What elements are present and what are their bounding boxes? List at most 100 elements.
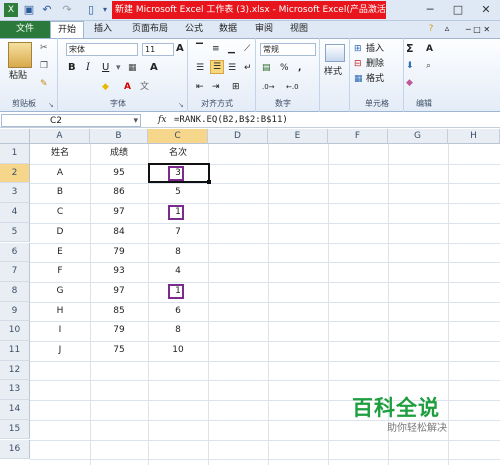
tab-formulas[interactable]: 公式	[178, 21, 210, 38]
minimize-button[interactable]: ─	[416, 0, 444, 19]
new-file-icon[interactable]: ▯	[84, 3, 98, 17]
align-center-icon[interactable]: ☰	[210, 60, 224, 74]
help-icon[interactable]: ?	[424, 21, 438, 38]
cell-score[interactable]: 97	[90, 282, 148, 301]
save-icon[interactable]: ▣	[22, 3, 36, 17]
italic-button[interactable]: I	[86, 62, 90, 74]
align-bottom-icon[interactable]: ▁	[228, 43, 235, 55]
name-box-dropdown-icon[interactable]: ▾	[133, 115, 138, 127]
row-header-4[interactable]: 4	[0, 203, 30, 223]
undo-icon[interactable]: ↶	[40, 3, 54, 17]
ribbon-minimize-icon[interactable]: ▵	[440, 21, 454, 38]
increase-decimal-icon[interactable]: .0→	[262, 81, 275, 93]
cell-score[interactable]: 97	[90, 203, 148, 222]
customize-toolbar-icon[interactable]: ▾	[98, 3, 112, 17]
select-all-corner[interactable]	[0, 129, 30, 144]
row-header-1[interactable]: 1	[0, 144, 30, 164]
insert-cells-icon[interactable]: ⊞	[354, 43, 362, 55]
redo-icon[interactable]: ↷	[60, 3, 74, 17]
cell-rank[interactable]: 6	[148, 302, 208, 321]
cell-name[interactable]: I	[30, 321, 90, 340]
insert-function-button[interactable]: fx	[158, 114, 172, 127]
row-header-2[interactable]: 2	[0, 163, 30, 184]
close-button[interactable]: ✕	[472, 0, 500, 19]
percent-button[interactable]: %	[280, 62, 289, 74]
row-header-13[interactable]: 13	[0, 380, 30, 401]
cell-rank[interactable]: 10	[148, 341, 208, 360]
cell-score[interactable]: 84	[90, 223, 148, 242]
cell-score[interactable]: 79	[90, 243, 148, 262]
grow-font-icon[interactable]: A	[176, 43, 184, 55]
format-cells-icon[interactable]: ▦	[354, 73, 363, 85]
find-select-icon[interactable]: ⌕	[426, 60, 431, 72]
align-middle-icon[interactable]: ≡	[212, 43, 220, 55]
formula-input[interactable]: =RANK.EQ(B2,B$2:B$11)	[174, 114, 499, 127]
autosum-button[interactable]: Σ	[406, 43, 414, 55]
column-header-e[interactable]: E	[268, 129, 328, 144]
decrease-indent-icon[interactable]: ⇤	[196, 81, 204, 93]
number-format-select[interactable]: 常规	[260, 43, 316, 56]
cell-rank[interactable]: 8	[148, 243, 208, 262]
cell-rank[interactable]: 7	[148, 223, 208, 242]
cell-name[interactable]: C	[30, 203, 90, 222]
underline-button[interactable]: U	[102, 62, 109, 74]
row-header-15[interactable]: 15	[0, 419, 30, 440]
row-header-16[interactable]: 16	[0, 439, 30, 460]
cell-b1[interactable]: 成绩	[90, 144, 148, 163]
comma-button[interactable]: ,	[298, 62, 301, 74]
font-launcher-icon[interactable]: ↘	[178, 99, 184, 111]
insert-cells-button[interactable]: 插入	[366, 43, 384, 55]
cell-name[interactable]: J	[30, 341, 90, 360]
cut-icon[interactable]: ✂	[40, 42, 48, 54]
font-name-select[interactable]: 宋体	[66, 43, 138, 56]
styles-button[interactable]: 样式	[324, 66, 342, 78]
tab-page-layout[interactable]: 页面布局	[122, 21, 178, 38]
column-header-b[interactable]: B	[90, 129, 148, 144]
decrease-decimal-icon[interactable]: ←.0	[286, 81, 299, 93]
merge-center-icon[interactable]: ⊞	[232, 81, 240, 93]
cell-score[interactable]: 86	[90, 183, 148, 202]
format-painter-icon[interactable]: ✎	[40, 78, 48, 90]
format-cells-button[interactable]: 格式	[366, 73, 384, 85]
cell-rank[interactable]: 4	[148, 262, 208, 281]
workbook-window-controls[interactable]: ─ □ ✕	[458, 21, 498, 38]
fill-icon[interactable]: ⬇	[406, 60, 414, 72]
cell-rank[interactable]: 5	[148, 183, 208, 202]
cell-a1[interactable]: 姓名	[30, 144, 90, 163]
cell-name[interactable]: F	[30, 262, 90, 281]
tab-data[interactable]: 数据	[212, 21, 244, 38]
font-color-icon[interactable]: A	[124, 81, 131, 93]
cell-score[interactable]: 75	[90, 341, 148, 360]
tab-home[interactable]: 开始	[50, 21, 84, 39]
shrink-font-icon[interactable]: A	[150, 62, 158, 74]
maximize-button[interactable]: □	[444, 0, 472, 19]
clear-icon[interactable]: ◆	[406, 77, 413, 89]
paste-icon[interactable]	[8, 42, 32, 68]
copy-icon[interactable]: ❐	[40, 60, 48, 72]
delete-cells-icon[interactable]: ⊟	[354, 58, 362, 70]
tab-file[interactable]: 文件	[0, 21, 50, 38]
fill-handle[interactable]	[207, 180, 211, 184]
styles-icon[interactable]	[325, 44, 345, 62]
tab-insert[interactable]: 插入	[86, 21, 120, 38]
row-header-8[interactable]: 8	[0, 281, 30, 302]
align-top-icon[interactable]: ▔	[196, 43, 203, 55]
sort-filter-button[interactable]: A	[426, 43, 433, 55]
underline-dropdown-icon[interactable]: ▾	[116, 62, 121, 74]
column-header-a[interactable]: A	[30, 129, 90, 144]
column-header-h[interactable]: H	[448, 129, 500, 144]
tab-review[interactable]: 审阅	[248, 21, 280, 38]
row-header-7[interactable]: 7	[0, 262, 30, 282]
cell-name[interactable]: G	[30, 282, 90, 301]
border-icon[interactable]: ▦	[128, 62, 137, 74]
row-header-5[interactable]: 5	[0, 222, 30, 243]
orientation-icon[interactable]: ⟋	[244, 43, 250, 55]
currency-icon[interactable]: ▤	[262, 62, 271, 74]
name-box[interactable]: C2 ▾	[1, 114, 141, 127]
wrap-text-icon[interactable]: ↵	[244, 62, 252, 74]
cell-score[interactable]: 95	[90, 164, 148, 183]
fill-color-icon[interactable]: ◆	[102, 81, 109, 93]
cell-c1[interactable]: 名次	[148, 144, 208, 163]
row-header-12[interactable]: 12	[0, 360, 30, 381]
bold-button[interactable]: B	[68, 62, 76, 74]
